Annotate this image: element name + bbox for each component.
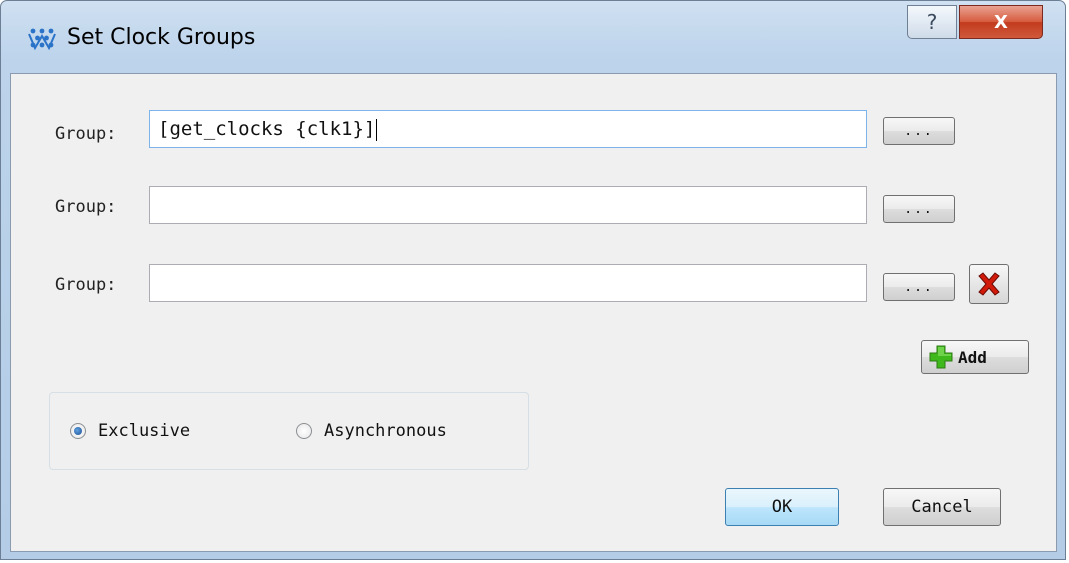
red-x-icon [978, 272, 1000, 296]
asynchronous-label: Asynchronous [324, 421, 447, 441]
dialog-body: Group: [get_clocks {clk1}] ... Group: ..… [10, 73, 1057, 552]
plus-icon [929, 345, 953, 369]
title-bar[interactable]: Set Clock Groups ? X [1, 1, 1065, 73]
app-logo-icon [28, 28, 56, 51]
group-input-1-value: [get_clocks {clk1}] [158, 118, 376, 140]
group-input-2[interactable] [149, 186, 867, 224]
help-button[interactable]: ? [907, 5, 957, 39]
ok-button[interactable]: OK [725, 488, 839, 526]
asynchronous-option[interactable]: Asynchronous [296, 421, 447, 441]
text-caret [376, 118, 378, 141]
close-button[interactable]: X [959, 5, 1043, 39]
mode-group-box: Exclusive Asynchronous [49, 392, 529, 470]
browse-button-1[interactable]: ... [883, 117, 955, 145]
group-input-1[interactable]: [get_clocks {clk1}] [149, 110, 867, 148]
cancel-button[interactable]: Cancel [883, 488, 1001, 526]
browse-button-3[interactable]: ... [883, 273, 955, 301]
add-group-button[interactable]: Add [921, 340, 1029, 374]
set-clock-groups-dialog: Set Clock Groups ? X Group: [get_clocks … [0, 0, 1066, 560]
asynchronous-radio[interactable] [296, 423, 312, 439]
group-label-1: Group: [55, 124, 117, 144]
exclusive-label: Exclusive [98, 421, 191, 441]
browse-button-2[interactable]: ... [883, 195, 955, 223]
exclusive-option[interactable]: Exclusive [70, 421, 190, 441]
window-title: Set Clock Groups [67, 25, 256, 50]
add-button-label: Add [958, 347, 987, 367]
group-label-3: Group: [55, 275, 117, 295]
delete-group-button[interactable] [969, 264, 1009, 304]
exclusive-radio[interactable] [70, 423, 86, 439]
group-label-2: Group: [55, 197, 117, 217]
group-input-3[interactable] [149, 264, 867, 302]
